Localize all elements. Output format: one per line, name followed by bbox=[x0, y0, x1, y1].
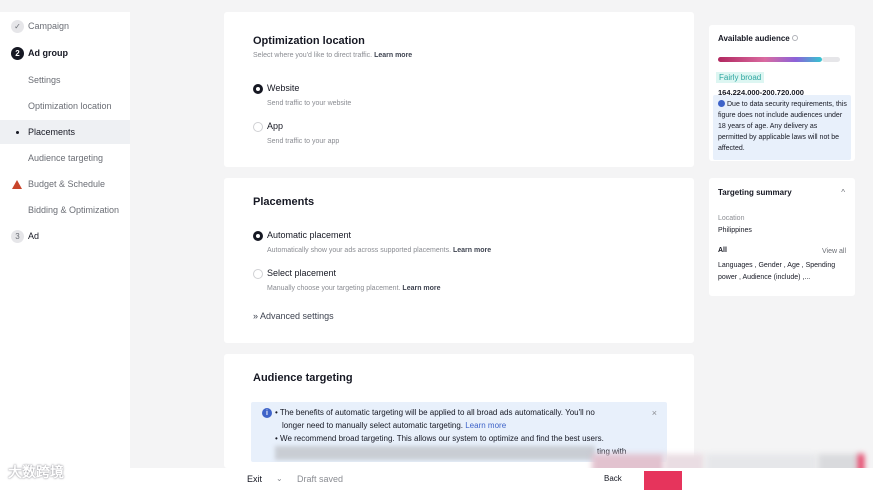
nav-bidding-optimization-label: Bidding & Optimization bbox=[28, 205, 120, 215]
optimization-location-hint: Select where you'd like to direct traffi… bbox=[253, 52, 412, 59]
website-label: Website bbox=[267, 83, 300, 93]
step-badge: 3 bbox=[11, 229, 24, 243]
info-icon: i bbox=[262, 408, 272, 418]
placements-title: Placements bbox=[253, 196, 315, 208]
targeting-summary-card: Targeting summary ^ Location Philippines… bbox=[709, 178, 855, 296]
select-placement-radio[interactable] bbox=[253, 269, 263, 279]
audience-targeting-title: Audience targeting bbox=[253, 372, 353, 384]
view-all-link[interactable]: View all bbox=[822, 248, 846, 255]
chevrons-down-icon: » bbox=[253, 311, 259, 321]
next-button[interactable] bbox=[644, 471, 682, 490]
targeting-info-banner: i • The benefits of automatic targeting … bbox=[251, 402, 667, 462]
nav-audience-targeting-label: Audience targeting bbox=[28, 153, 104, 163]
select-placement-description: Manually choose your targeting placement… bbox=[267, 285, 441, 292]
automatic-placement-label: Automatic placement bbox=[267, 230, 352, 240]
nav-bidding-optimization[interactable]: Bidding & Optimization bbox=[0, 198, 130, 222]
automatic-placement-text: Automatically show your ads across suppo… bbox=[267, 247, 452, 254]
data-security-note-text: Due to data security requirements, this … bbox=[718, 99, 848, 154]
step-badge: 2 bbox=[11, 46, 24, 60]
audience-size-label: Fairly broad bbox=[716, 72, 765, 83]
nav-ad-group[interactable]: 2 Ad group bbox=[0, 41, 130, 65]
audience-size-gauge-track bbox=[822, 57, 840, 62]
footer-bar: Exit ⌄ Draft saved Back bbox=[0, 468, 873, 490]
audience-size-gauge bbox=[718, 57, 822, 62]
nav-campaign-label: Campaign bbox=[28, 21, 70, 31]
targeting-details: Languages , Gender , Age , Spending powe… bbox=[718, 262, 836, 281]
info-bullet-1: • The benefits of automatic targeting wi… bbox=[275, 408, 595, 417]
app-label: App bbox=[267, 121, 284, 131]
website-radio[interactable] bbox=[253, 84, 263, 94]
warning-icon bbox=[12, 179, 22, 189]
data-security-note: Due to data security requirements, this … bbox=[713, 95, 851, 160]
active-dot-icon bbox=[16, 130, 19, 134]
nav-settings[interactable]: Settings bbox=[0, 68, 130, 92]
advanced-settings-label: Advanced settings bbox=[260, 311, 334, 321]
available-audience-title-text: Available audience bbox=[718, 34, 790, 43]
chevron-up-icon[interactable]: ^ bbox=[841, 188, 845, 197]
automatic-placement-description: Automatically show your ads across suppo… bbox=[267, 247, 491, 254]
app-radio[interactable] bbox=[253, 122, 263, 132]
nav-optimization-location[interactable]: Optimization location bbox=[0, 94, 130, 118]
info-line-2: longer need to manually select automatic… bbox=[282, 421, 463, 430]
optimization-location-title: Optimization location bbox=[253, 35, 365, 47]
placements-card: Placements Automatic placement Automatic… bbox=[224, 178, 694, 343]
learn-more-link[interactable]: Learn more bbox=[374, 52, 412, 59]
automatic-placement-radio[interactable] bbox=[253, 231, 263, 241]
nav-settings-label: Settings bbox=[28, 75, 61, 85]
nav-campaign[interactable]: ✓ Campaign bbox=[0, 14, 130, 38]
location-label: Location bbox=[718, 215, 745, 222]
select-placement-label: Select placement bbox=[267, 268, 337, 278]
exit-button[interactable]: Exit bbox=[247, 474, 262, 484]
sidebar: ✓ Campaign 2 Ad group Settings Optimizat… bbox=[0, 12, 130, 490]
draft-status: Draft saved bbox=[297, 474, 344, 484]
info-line-3: We recommend broad targeting. This allow… bbox=[280, 434, 604, 443]
nav-budget-schedule[interactable]: Budget & Schedule bbox=[0, 172, 130, 196]
nav-budget-schedule-label: Budget & Schedule bbox=[28, 179, 106, 189]
check-icon: ✓ bbox=[11, 19, 24, 33]
location-value: Philippines bbox=[718, 227, 752, 234]
info-line-1: The benefits of automatic targeting will… bbox=[279, 408, 595, 417]
nav-placements-label: Placements bbox=[28, 127, 76, 137]
select-placement-text: Manually choose your targeting placement… bbox=[267, 285, 401, 292]
close-icon[interactable]: × bbox=[652, 408, 657, 418]
note-text: Due to data security requirements, this … bbox=[718, 101, 847, 152]
blurred-text bbox=[275, 446, 595, 460]
advanced-settings-toggle[interactable]: » Advanced settings bbox=[253, 311, 334, 321]
app-description: Send traffic to your app bbox=[267, 138, 340, 145]
nav-placements[interactable]: Placements bbox=[0, 120, 130, 144]
available-audience-title: Available audience bbox=[718, 34, 798, 43]
chevron-down-icon[interactable]: ⌄ bbox=[276, 474, 283, 483]
learn-more-link[interactable]: Learn more bbox=[402, 285, 440, 292]
available-audience-card: Available audience Fairly broad 164,224,… bbox=[709, 25, 855, 161]
nav-audience-targeting[interactable]: Audience targeting bbox=[0, 146, 130, 170]
all-label: All bbox=[718, 247, 727, 254]
nav-ad-group-label: Ad group bbox=[28, 48, 68, 58]
nav-ad-label: Ad bbox=[28, 231, 40, 241]
info-icon bbox=[718, 100, 725, 107]
audience-targeting-card: Audience targeting i • The benefits of a… bbox=[224, 354, 694, 468]
nav-ad[interactable]: 3 Ad bbox=[0, 224, 130, 248]
learn-more-link[interactable]: Learn more bbox=[465, 421, 506, 430]
learn-more-link[interactable]: Learn more bbox=[453, 247, 491, 254]
back-button[interactable]: Back bbox=[598, 472, 628, 485]
website-description: Send traffic to your website bbox=[267, 100, 352, 107]
info-bullet-1-cont: longer need to manually select automatic… bbox=[282, 421, 506, 430]
hint-text: Select where you'd like to direct traffi… bbox=[253, 52, 373, 59]
info-bullet-2: • We recommend broad targeting. This all… bbox=[275, 434, 604, 443]
watermark-logo: 大数跨境 bbox=[8, 464, 64, 480]
help-icon[interactable] bbox=[791, 35, 798, 41]
targeting-summary-title: Targeting summary bbox=[718, 188, 792, 197]
optimization-location-card: Optimization location Select where you'd… bbox=[224, 12, 694, 167]
nav-optimization-location-label: Optimization location bbox=[28, 101, 112, 111]
